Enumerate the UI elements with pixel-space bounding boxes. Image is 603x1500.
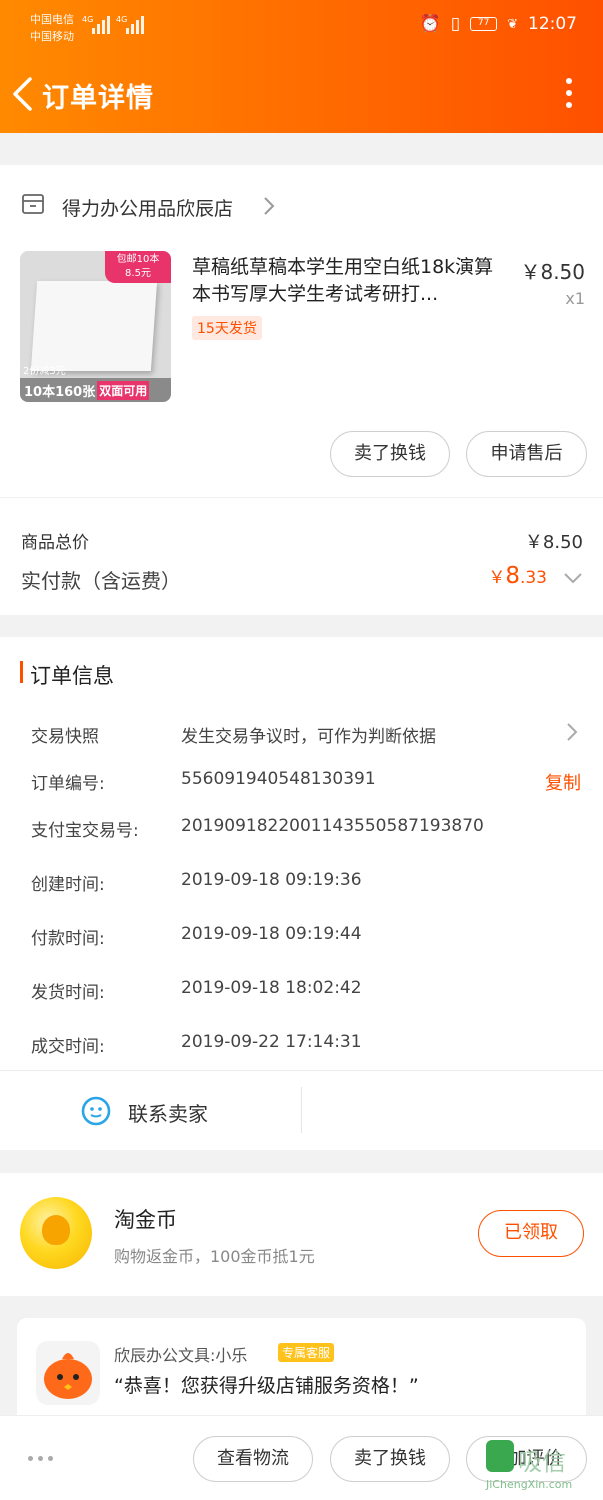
image-caption: 10本160张	[24, 384, 96, 400]
total-value: ￥8.50	[524, 532, 583, 553]
image-badge-price: 8.5元	[125, 268, 151, 279]
created-value: 2019-09-18 09:19:36	[181, 870, 362, 890]
message-sender: 欣辰办公文具:小乐	[114, 1346, 248, 1365]
image-price-badge: 包邮10本 8.5元	[105, 251, 171, 283]
deal-label: 成交时间:	[31, 1037, 105, 1057]
watermark-logo	[486, 1440, 514, 1472]
chevron-right-icon[interactable]	[566, 722, 578, 746]
product-title[interactable]: 草稿纸草稿本学生用空白纸18k演算本书写厚大学生考试考研打...	[192, 254, 512, 308]
order-no-value: 556091940548130391	[181, 769, 376, 789]
chat-bubble-icon	[80, 1095, 112, 1127]
paid-time-value: 2019-09-18 09:19:44	[181, 924, 362, 944]
vibrate-icon: ▯	[450, 14, 461, 34]
after-sales-button[interactable]: 申请售后	[466, 431, 587, 477]
chevron-right-icon	[263, 196, 275, 220]
signal-icon	[92, 14, 110, 34]
view-logistics-button[interactable]: 查看物流	[193, 1436, 313, 1482]
product-quantity: x1	[565, 289, 585, 308]
battery-icon: 77	[470, 17, 498, 31]
chevron-down-icon[interactable]	[563, 569, 583, 588]
paid-dec: .33	[519, 568, 547, 588]
message-text: “恭喜！您获得升级店铺服务资格！”	[114, 1375, 419, 1397]
clock: 12:07	[528, 14, 577, 34]
signal-icon	[126, 14, 144, 34]
snapshot-value[interactable]: 发生交易争议时，可作为判断依据	[181, 722, 436, 747]
product-price: ￥8.50	[520, 260, 585, 284]
paid-int: 8	[505, 563, 520, 589]
deal-value: 2019-09-22 17:14:31	[181, 1032, 362, 1052]
order-no-label: 订单编号:	[31, 774, 105, 794]
sell-for-cash-button[interactable]: 卖了换钱	[330, 1436, 450, 1482]
service-badge: 专属客服	[278, 1343, 335, 1362]
more-dots-icon[interactable]	[28, 1456, 53, 1461]
image-badge-promo: 2份减3元	[23, 366, 66, 377]
image-caption-tag: 双面可用	[97, 380, 150, 400]
divider	[0, 497, 603, 498]
section-accent	[20, 661, 23, 683]
gold-coin-icon	[20, 1197, 92, 1269]
leaf-icon: ❦	[507, 16, 518, 32]
shipped-label: 发货时间:	[31, 983, 105, 1003]
alipay-value: 2019091822001143550587193870	[181, 816, 484, 836]
header: 中国电信 中国移动 4G 4G ⏰ ▯ 77 ❦ 12:07 订单详情	[0, 0, 603, 133]
alarm-icon: ⏰	[419, 14, 441, 34]
product-image[interactable]: 包邮10本 8.5元 2份减3元 10本160张 双面可用	[20, 251, 171, 402]
coin-subtitle: 购物返金币，100金币抵1元	[114, 1247, 315, 1266]
status-bar-right: ⏰ ▯ 77 ❦ 12:07	[420, 14, 577, 34]
snapshot-label: 交易快照	[31, 727, 99, 747]
store-icon	[21, 193, 45, 215]
shop-name[interactable]: 得力办公用品欣辰店	[62, 194, 233, 221]
shipping-badge: 15天发货	[192, 316, 262, 340]
paid-label: 实付款（含运费）	[21, 569, 181, 593]
sell-for-cash-button[interactable]: 卖了换钱	[330, 431, 450, 477]
created-label: 创建时间:	[31, 875, 105, 895]
claimed-button[interactable]: 已领取	[478, 1210, 584, 1257]
image-badge-top: 包邮10本	[116, 254, 160, 265]
section-title: 订单信息	[30, 664, 114, 688]
paid-time-label: 付款时间:	[31, 929, 105, 949]
divider	[0, 1070, 603, 1071]
carrier-1: 中国电信	[30, 13, 74, 26]
status-bar-carriers: 中国电信 中国移动	[30, 11, 74, 45]
page-title: 订单详情	[42, 83, 154, 114]
shipped-value: 2019-09-18 18:02:42	[181, 978, 362, 998]
avatar	[36, 1341, 100, 1405]
watermark-text: 吸信	[518, 1448, 566, 1476]
more-icon[interactable]	[565, 78, 573, 108]
total-label: 商品总价	[21, 533, 89, 553]
copy-button[interactable]: 复制	[545, 769, 581, 795]
paid-amount: ￥8.33	[488, 563, 547, 589]
back-icon[interactable]	[10, 76, 36, 112]
contact-seller-label: 联系卖家	[128, 1102, 208, 1126]
carrier-2: 中国移动	[30, 30, 74, 43]
paid-currency: ￥	[488, 568, 506, 588]
alipay-label: 支付宝交易号:	[31, 821, 139, 841]
paper-stack-graphic	[30, 281, 158, 371]
coin-title: 淘金币	[114, 1208, 177, 1232]
watermark-url: JiChengXin.com	[486, 1478, 573, 1491]
service-message-card[interactable]: 欣辰办公文具:小乐 专属客服 “恭喜！您获得升级店铺服务资格！”	[17, 1318, 586, 1428]
divider	[301, 1087, 302, 1133]
image-caption-bar: 10本160张 双面可用	[20, 378, 171, 402]
